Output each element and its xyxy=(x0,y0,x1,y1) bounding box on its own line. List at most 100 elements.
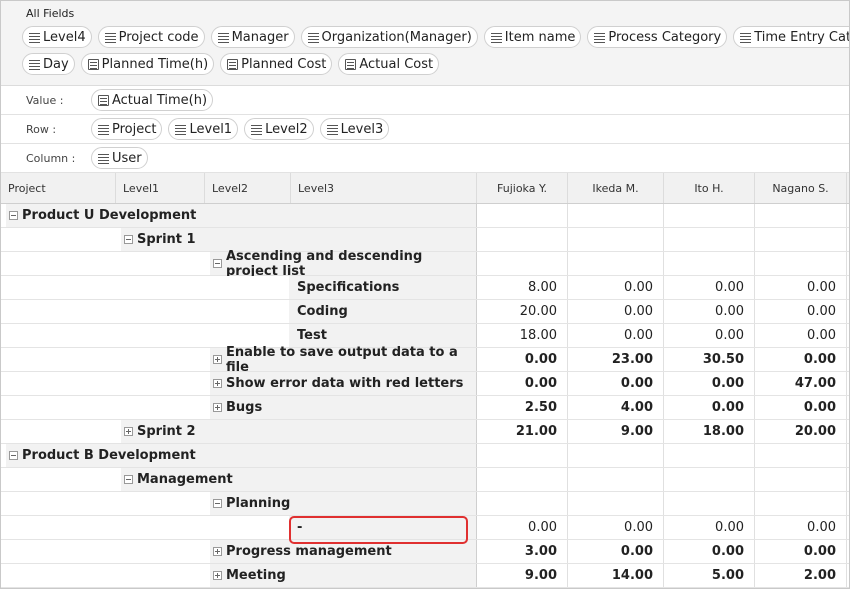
value-cell[interactable]: 0.00 xyxy=(477,516,568,539)
field-chip-level1[interactable]: Level1 xyxy=(168,118,239,140)
value-cell[interactable]: 0.00 xyxy=(664,372,755,395)
expand-icon[interactable] xyxy=(124,427,133,436)
value-cell[interactable] xyxy=(477,252,568,275)
value-cell[interactable]: 18.00 xyxy=(664,420,755,443)
value-cell[interactable]: 14.00 xyxy=(568,564,664,587)
value-cell[interactable] xyxy=(568,468,664,491)
field-chip-time-entry-category[interactable]: Time Entry Category xyxy=(733,26,849,48)
value-cell[interactable]: 0.00 xyxy=(664,540,755,563)
field-chip-actual-time-h[interactable]: Actual Time(h) xyxy=(91,89,214,111)
value-cell[interactable] xyxy=(477,204,568,227)
value-cell[interactable] xyxy=(477,228,568,251)
column-header-user[interactable]: Nagano S. xyxy=(755,173,847,203)
field-chip-planned-cost[interactable]: Planned Cost xyxy=(220,53,333,75)
value-cell[interactable]: 0.00 xyxy=(755,300,847,323)
value-cell[interactable]: 47.00 xyxy=(755,372,847,395)
value-cell[interactable] xyxy=(568,228,664,251)
value-cell[interactable]: 0.00 xyxy=(477,372,568,395)
field-chip-manager[interactable]: Manager xyxy=(210,26,295,48)
value-cell[interactable]: 4.00 xyxy=(568,396,664,419)
row-header-level2[interactable]: Level2 xyxy=(205,173,291,203)
value-cell[interactable]: 0.00 xyxy=(568,540,664,563)
value-cell[interactable] xyxy=(568,444,664,467)
value-cell[interactable]: 5.00 xyxy=(664,564,755,587)
collapse-icon[interactable] xyxy=(124,475,133,484)
value-cell[interactable]: 30.50 xyxy=(664,348,755,371)
value-cell[interactable]: 23.00 xyxy=(568,348,664,371)
expand-icon[interactable] xyxy=(213,547,222,556)
value-cell[interactable] xyxy=(664,252,755,275)
field-chip-planned-time-h[interactable]: Planned Time(h) xyxy=(80,53,215,75)
value-cell[interactable] xyxy=(755,204,847,227)
value-cell[interactable] xyxy=(664,492,755,515)
value-cell[interactable]: 0.00 xyxy=(477,348,568,371)
value-cell[interactable] xyxy=(755,468,847,491)
row-header-level1[interactable]: Level1 xyxy=(116,173,205,203)
value-cell[interactable]: 9.00 xyxy=(477,564,568,587)
value-cell[interactable]: 0.00 xyxy=(755,516,847,539)
collapse-icon[interactable] xyxy=(213,259,222,268)
value-cell[interactable]: 0.00 xyxy=(568,276,664,299)
value-cell[interactable]: 0.00 xyxy=(568,372,664,395)
collapse-icon[interactable] xyxy=(124,235,133,244)
value-cell[interactable] xyxy=(477,444,568,467)
value-cell[interactable]: 0.00 xyxy=(664,324,755,347)
collapse-icon[interactable] xyxy=(9,211,18,220)
column-header-user[interactable]: Fujioka Y. xyxy=(477,173,568,203)
value-cell[interactable] xyxy=(477,492,568,515)
expand-icon[interactable] xyxy=(213,379,222,388)
column-header-user[interactable]: Ito H. xyxy=(664,173,755,203)
value-cell[interactable]: 0.00 xyxy=(755,324,847,347)
value-cell[interactable]: 0.00 xyxy=(755,348,847,371)
field-chip-actual-cost[interactable]: Actual Cost xyxy=(338,53,440,75)
value-cell[interactable] xyxy=(664,444,755,467)
value-cell[interactable] xyxy=(568,492,664,515)
field-chip-item-name[interactable]: Item name xyxy=(483,26,582,48)
value-cell[interactable]: 0.00 xyxy=(664,516,755,539)
value-cell[interactable]: 18.00 xyxy=(477,324,568,347)
value-cell[interactable]: 0.00 xyxy=(755,540,847,563)
field-chip-organization-manager[interactable]: Organization(Manager) xyxy=(300,26,478,48)
value-cell[interactable]: 2.00 xyxy=(755,564,847,587)
column-header-user[interactable]: Ikeda M. xyxy=(568,173,664,203)
value-cell[interactable]: 3.00 xyxy=(477,540,568,563)
value-cell[interactable]: 21.00 xyxy=(477,420,568,443)
value-cell[interactable] xyxy=(755,252,847,275)
expand-icon[interactable] xyxy=(213,355,222,364)
value-cell[interactable] xyxy=(664,228,755,251)
value-cell[interactable] xyxy=(477,468,568,491)
value-cell[interactable]: 2.50 xyxy=(477,396,568,419)
value-cell[interactable] xyxy=(664,204,755,227)
value-cell[interactable]: 20.00 xyxy=(477,300,568,323)
value-cell[interactable]: 8.00 xyxy=(477,276,568,299)
field-chip-level2[interactable]: Level2 xyxy=(244,118,314,140)
value-cell[interactable] xyxy=(568,204,664,227)
field-chip-user[interactable]: User xyxy=(91,147,148,169)
field-chip-level3[interactable]: Level3 xyxy=(319,118,390,140)
expand-icon[interactable] xyxy=(213,571,222,580)
field-chip-project-code[interactable]: Project code xyxy=(97,26,205,48)
collapse-icon[interactable] xyxy=(213,499,222,508)
value-cell[interactable] xyxy=(755,228,847,251)
value-cell[interactable] xyxy=(568,252,664,275)
collapse-icon[interactable] xyxy=(9,451,18,460)
value-cell[interactable] xyxy=(755,492,847,515)
value-cell[interactable]: 0.00 xyxy=(664,276,755,299)
value-cell[interactable] xyxy=(664,468,755,491)
field-chip-process-category[interactable]: Process Category xyxy=(587,26,728,48)
expand-icon[interactable] xyxy=(213,403,222,412)
value-cell[interactable]: 0.00 xyxy=(568,516,664,539)
value-cell[interactable]: 0.00 xyxy=(755,276,847,299)
field-chip-project[interactable]: Project xyxy=(91,118,163,140)
row-header-level3[interactable]: Level3 xyxy=(291,173,477,203)
value-cell[interactable]: 0.00 xyxy=(568,300,664,323)
value-cell[interactable]: 0.00 xyxy=(664,396,755,419)
value-cell[interactable]: 20.00 xyxy=(755,420,847,443)
row-header-project[interactable]: Project xyxy=(1,173,116,203)
value-cell[interactable]: 0.00 xyxy=(755,396,847,419)
value-cell[interactable]: 0.00 xyxy=(568,324,664,347)
value-cell[interactable]: 9.00 xyxy=(568,420,664,443)
value-cell[interactable] xyxy=(755,444,847,467)
value-cell[interactable]: 0.00 xyxy=(664,300,755,323)
field-chip-day[interactable]: Day xyxy=(22,53,75,75)
